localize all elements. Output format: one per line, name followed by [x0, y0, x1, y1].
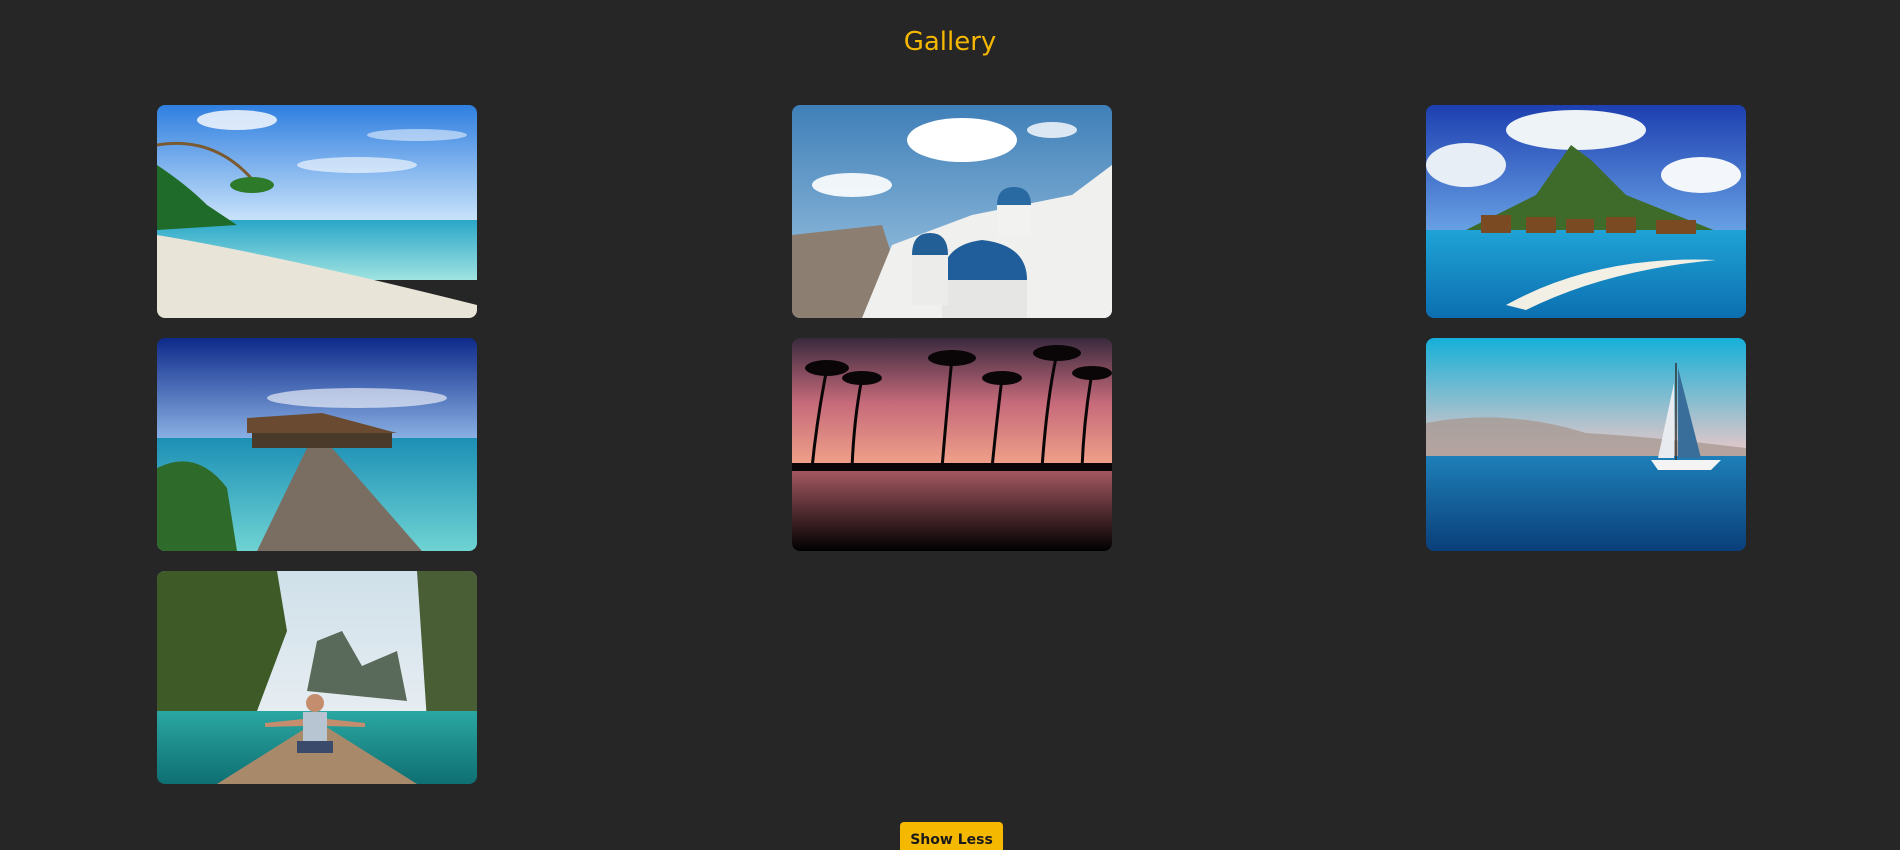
sailboat-sea-photo [1426, 338, 1746, 551]
gallery-image-bora-bora[interactable] [1426, 105, 1746, 318]
gallery-page: Gallery Show Less [0, 0, 1900, 850]
santorini-domes-photo [791, 105, 1112, 318]
page-title: Gallery [903, 27, 997, 57]
gallery-image-sailboat[interactable] [1426, 338, 1746, 551]
bora-bora-bungalows-photo [1426, 105, 1746, 318]
tropical-beach-photo [157, 105, 477, 318]
gallery-image-tropical-beach[interactable] [157, 105, 477, 318]
overwater-pier-photo [157, 338, 477, 551]
show-less-button[interactable]: Show Less [900, 822, 1003, 850]
gallery-image-boat-traveler[interactable] [157, 571, 477, 784]
image-grid [157, 105, 1746, 784]
palm-sunset-photo [791, 338, 1112, 551]
boat-traveler-photo [157, 571, 477, 784]
gallery-image-palm-sunset[interactable] [791, 338, 1112, 551]
gallery-image-santorini[interactable] [791, 105, 1112, 318]
gallery-image-overwater-pier[interactable] [157, 338, 477, 551]
